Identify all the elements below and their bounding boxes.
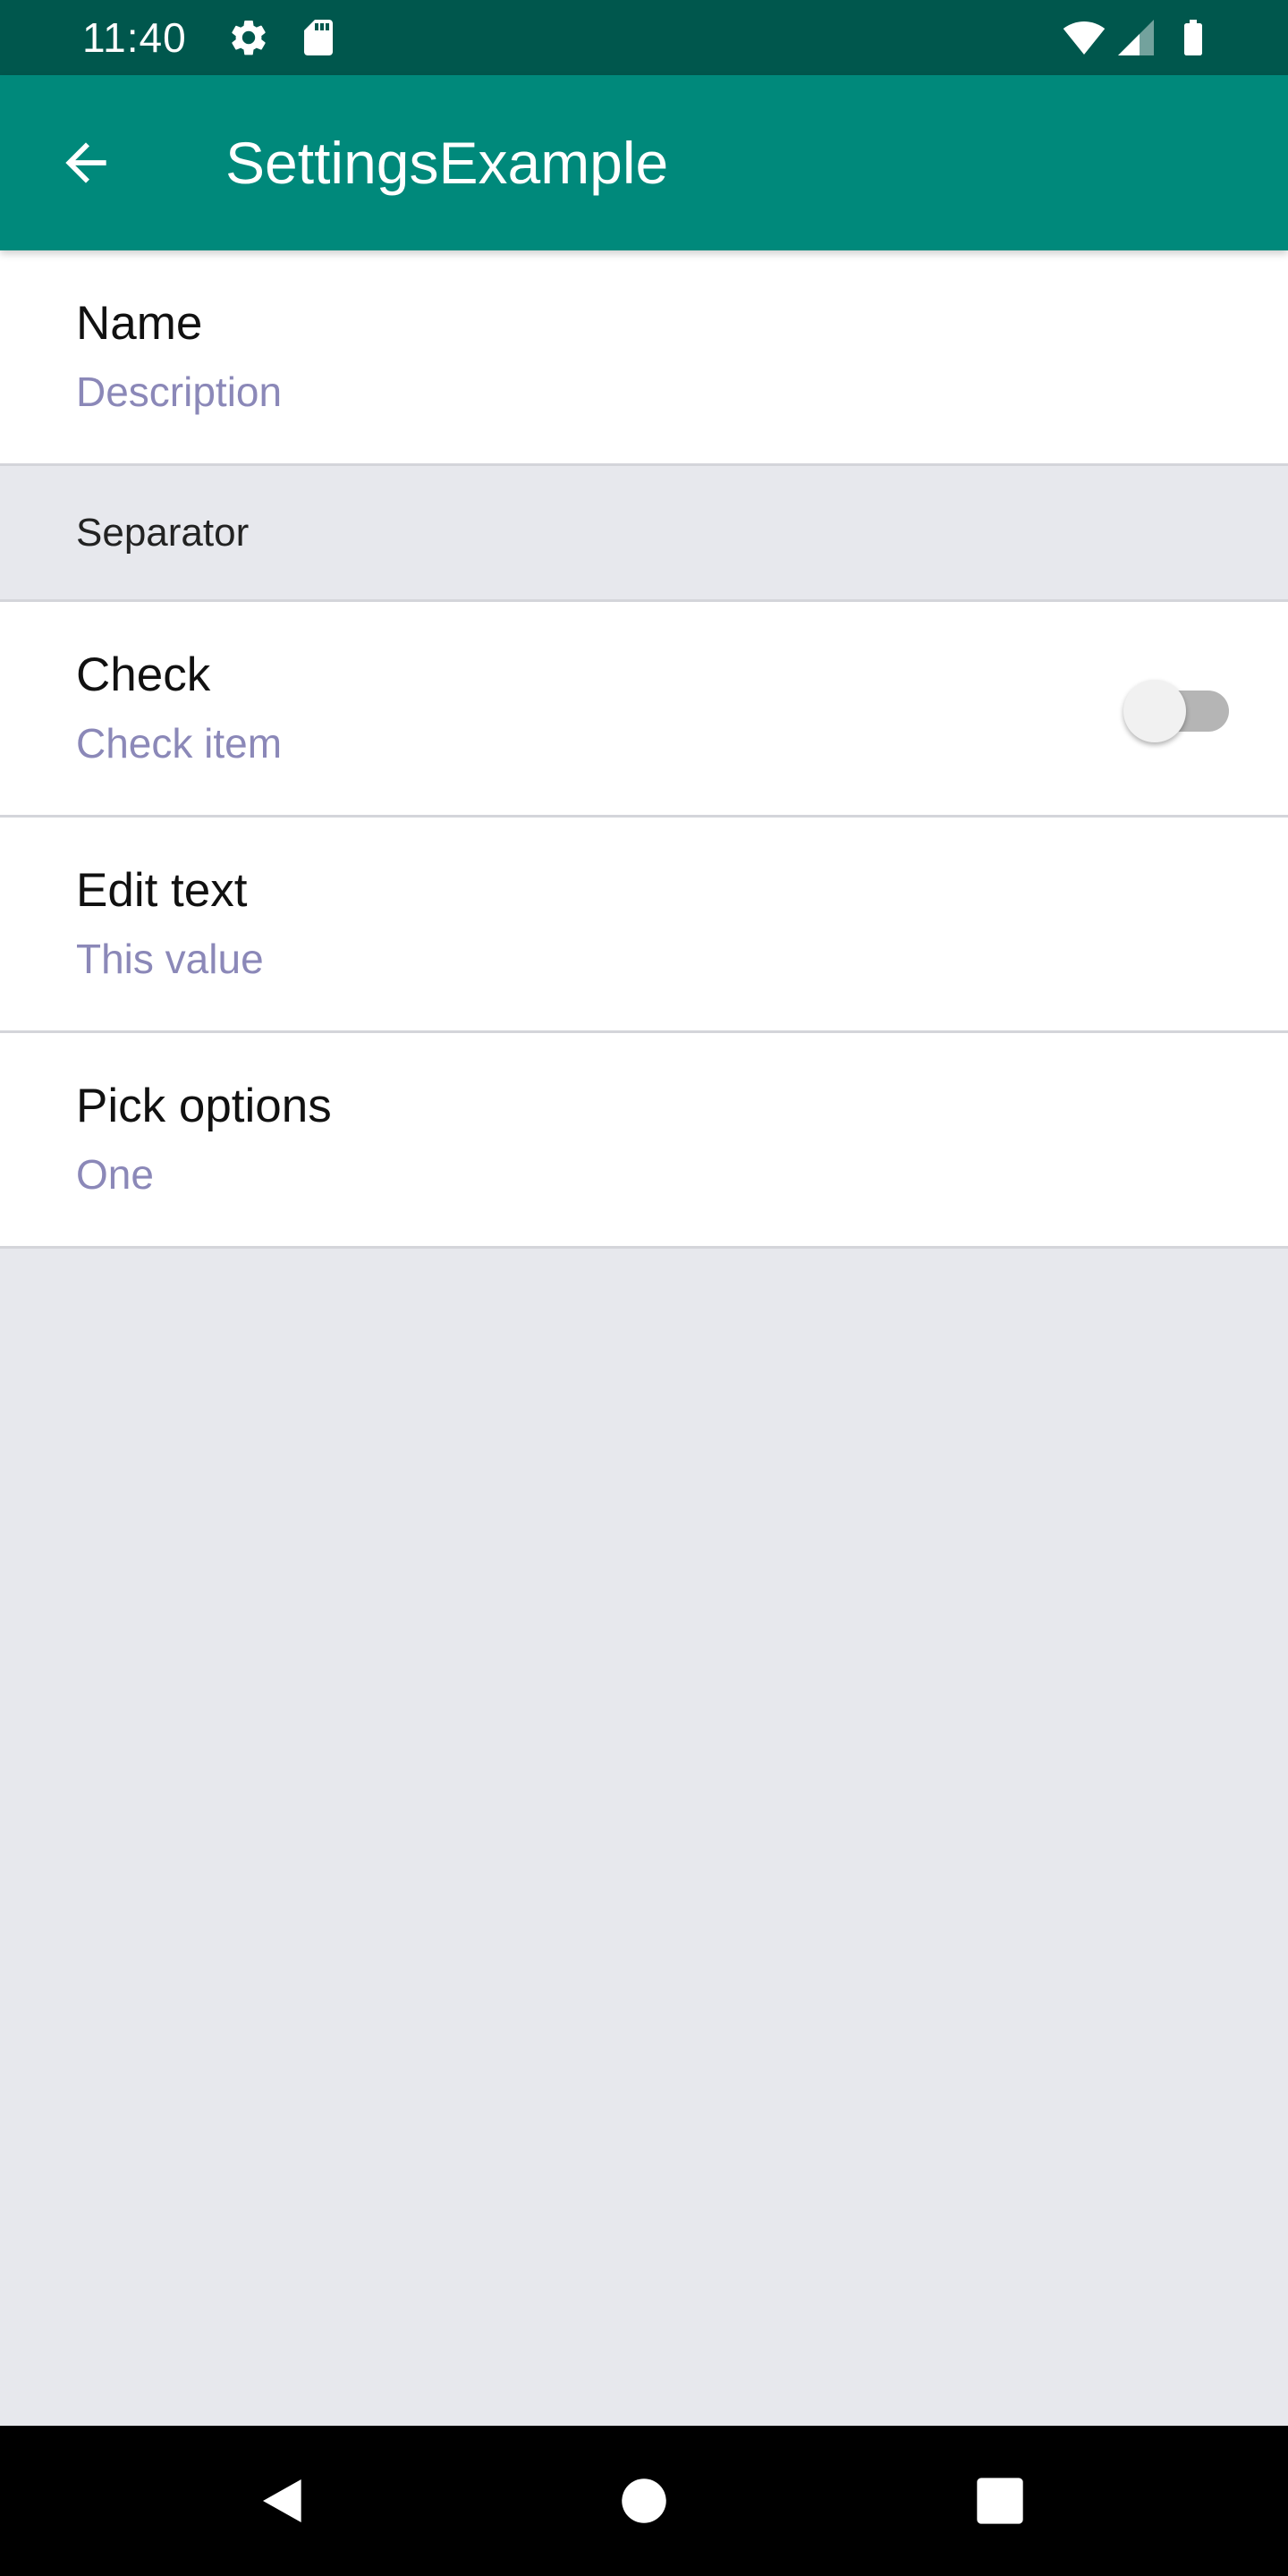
settings-screen: 11:40 SettingsExample Name Description S…: [0, 0, 1288, 2576]
preference-name[interactable]: Name Description: [0, 250, 1288, 466]
settings-icon: [232, 20, 266, 55]
preference-pick-options[interactable]: Pick options One: [0, 1033, 1288, 1249]
app-bar: SettingsExample: [0, 75, 1288, 250]
preference-list: Name Description Separator Check Check i…: [0, 250, 1288, 1249]
status-time: 11:40: [82, 14, 187, 61]
battery-icon: [1184, 20, 1202, 55]
preference-edit-text[interactable]: Edit text This value: [0, 818, 1288, 1033]
app-title: SettingsExample: [225, 130, 669, 196]
back-button[interactable]: [38, 114, 134, 211]
preference-edit-text-summary: This value: [76, 936, 264, 982]
preference-pick-options-title: Pick options: [76, 1080, 332, 1132]
sd-card-icon: [304, 20, 333, 55]
switch-thumb: [1123, 680, 1186, 742]
preference-check[interactable]: Check Check item: [0, 602, 1288, 818]
arrow-back-icon: [65, 142, 106, 183]
preference-name-title: Name: [76, 297, 203, 350]
preference-category-separator: Separator: [0, 466, 1288, 602]
preference-pick-options-summary: One: [76, 1151, 154, 1198]
preference-edit-text-title: Edit text: [76, 864, 248, 917]
preference-name-summary: Description: [76, 369, 283, 415]
nav-recents-button[interactable]: [955, 2456, 1045, 2546]
nav-back-button[interactable]: [240, 2456, 329, 2546]
wifi-icon: [1063, 21, 1106, 55]
home-circle-icon: [622, 2479, 666, 2523]
navigation-bar: [0, 2426, 1288, 2576]
check-switch[interactable]: [1123, 669, 1231, 742]
recents-square-icon: [977, 2478, 1023, 2524]
nav-home-button[interactable]: [599, 2456, 689, 2546]
status-bar: 11:40: [0, 0, 1288, 75]
back-triangle-icon: [263, 2479, 301, 2522]
preference-check-title: Check: [76, 648, 211, 701]
separator-label: Separator: [76, 511, 250, 555]
signal-icon: [1118, 20, 1154, 55]
preference-check-summary: Check item: [76, 720, 283, 767]
